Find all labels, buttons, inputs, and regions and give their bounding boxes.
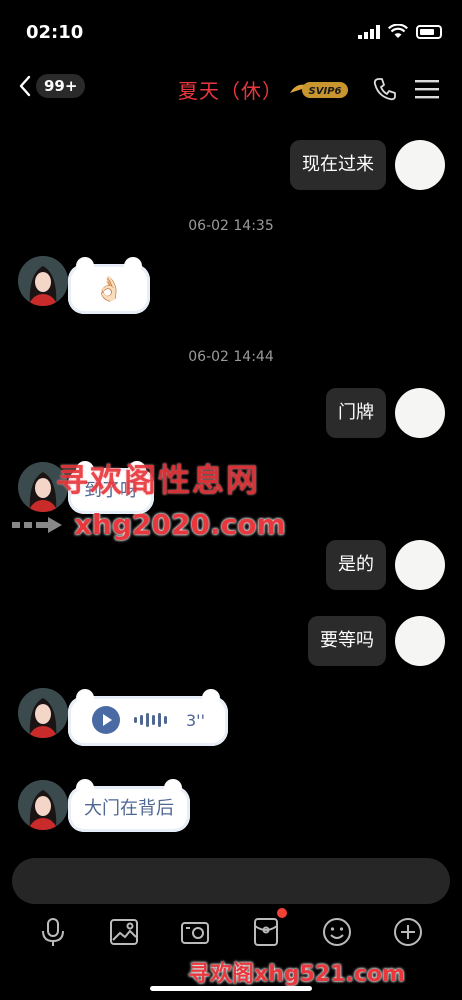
contact-name[interactable]: 夏天（休） <box>178 75 283 104</box>
phone-icon[interactable] <box>372 76 398 102</box>
message-row-peer: 大门在背后 <box>0 779 462 836</box>
message-row-self: 是的 <box>0 540 462 590</box>
message-bubble-outgoing[interactable]: 现在过来 <box>290 140 386 190</box>
voice-play-icon[interactable] <box>92 706 120 734</box>
watermark-arrow-icon <box>12 517 62 533</box>
message-row-self: 门牌 <box>0 388 462 438</box>
avatar-self[interactable] <box>395 388 445 438</box>
watermark-url: xhg2020.com <box>74 508 286 541</box>
microphone-icon[interactable] <box>37 916 69 948</box>
image-icon[interactable] <box>108 916 140 948</box>
chevron-left-icon <box>19 75 31 97</box>
vip-badge-icon: SVIP6 <box>290 82 348 98</box>
emoji-icon[interactable] <box>321 916 353 948</box>
message-row-self: 要等吗 <box>0 616 462 666</box>
unread-count-badge: 99+ <box>36 74 86 98</box>
voice-waveform-icon <box>134 711 167 729</box>
bubble-ear-decoration <box>76 689 94 701</box>
input-toolbar <box>0 910 462 954</box>
avatar-self[interactable] <box>395 540 445 590</box>
red-packet-icon[interactable] <box>250 916 282 948</box>
avatar-self[interactable] <box>395 616 445 666</box>
message-row-peer: 👌🏻 <box>0 256 462 316</box>
back-button[interactable]: 99+ <box>18 74 86 98</box>
camera-icon[interactable] <box>179 916 211 948</box>
bubble-ear-decoration <box>76 257 94 269</box>
avatar-self[interactable] <box>395 140 445 190</box>
message-text: 大门在背后 <box>84 798 174 819</box>
voice-message-bubble[interactable]: 3'' <box>68 689 228 746</box>
signal-icon <box>358 24 380 39</box>
message-timestamp: 06-02 14:35 <box>188 218 274 234</box>
avatar-peer[interactable] <box>18 256 68 306</box>
message-input[interactable] <box>12 858 450 904</box>
watermark-bottom: 寻欢阁xhg521.com <box>188 962 405 987</box>
status-icons <box>358 24 442 39</box>
status-time: 02:10 <box>26 22 84 43</box>
avatar-peer[interactable] <box>18 780 68 830</box>
bubble-ear-decoration <box>76 779 94 791</box>
notification-dot <box>277 908 287 918</box>
chat-header: 99+ 夏天（休） SVIP6 <box>0 62 462 116</box>
message-row-self: 现在过来 <box>0 140 462 190</box>
message-bubble-outgoing[interactable]: 门牌 <box>326 388 386 438</box>
avatar-portrait <box>18 256 68 306</box>
wifi-icon <box>388 24 408 38</box>
message-bubble-incoming[interactable]: 👌🏻 <box>68 257 150 314</box>
home-indicator[interactable] <box>150 986 312 991</box>
avatar-peer[interactable] <box>18 688 68 738</box>
status-bar: 02:10 <box>0 0 462 60</box>
avatar-portrait <box>18 780 68 830</box>
avatar-portrait <box>18 688 68 738</box>
battery-icon <box>416 24 442 39</box>
voice-duration: 3'' <box>186 711 205 730</box>
bubble-ear-decoration <box>124 257 142 269</box>
vip-label: SVIP6 <box>309 86 342 97</box>
message-timestamp: 06-02 14:44 <box>188 349 274 365</box>
message-bubble-incoming[interactable]: 大门在背后 <box>68 779 190 832</box>
watermark-title: 寻欢阁性息网 <box>56 461 261 499</box>
ok-hand-emoji: 👌🏻 <box>94 275 124 303</box>
message-bubble-outgoing[interactable]: 是的 <box>326 540 386 590</box>
menu-icon[interactable] <box>415 78 439 100</box>
message-bubble-outgoing[interactable]: 要等吗 <box>308 616 386 666</box>
message-row-peer: 3'' <box>0 688 462 748</box>
bubble-ear-decoration <box>164 779 182 791</box>
plus-icon[interactable] <box>392 916 424 948</box>
